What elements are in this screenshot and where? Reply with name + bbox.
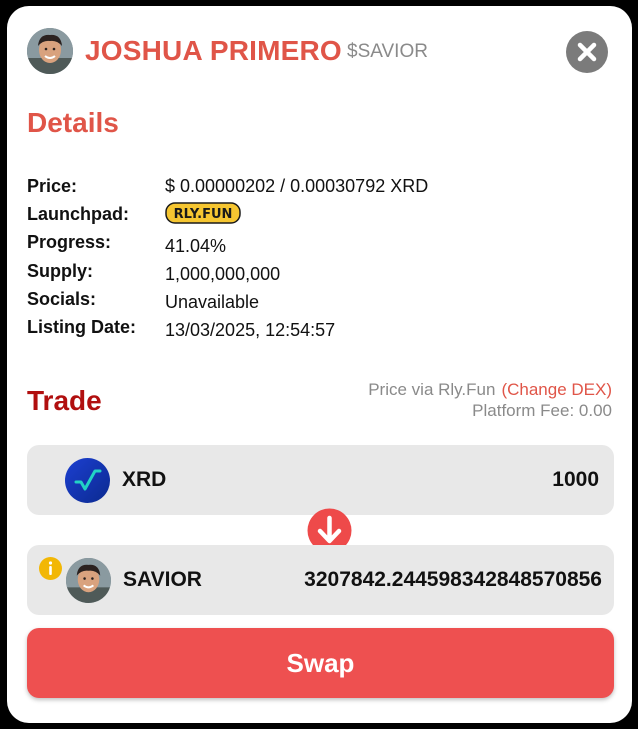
price-label: Price:: [27, 176, 78, 196]
from-token-name: XRD: [122, 468, 167, 491]
avatar: [27, 28, 73, 74]
progress-label: Progress:: [27, 232, 112, 252]
details-title: Details: [27, 107, 119, 138]
listing-date-value: 13/03/2025, 12:54:57: [165, 320, 336, 340]
trade-title: Trade: [27, 385, 102, 416]
socials-label: Socials:: [27, 289, 97, 309]
supply-label: Supply:: [27, 261, 93, 281]
token-creator-name: JOSHUA PRIMERO: [85, 35, 342, 66]
from-amount-input[interactable]: 1000: [239, 468, 599, 492]
to-amount-output: 3207842.244598342848570856: [304, 568, 602, 591]
launchpad-logo-text: RLY.FUN: [174, 207, 233, 222]
trade-info: Price via Rly.Fun (Change DEX) Platform F…: [368, 379, 612, 421]
listing-date-label: Listing Date:: [27, 317, 137, 337]
to-token-box[interactable]: SAVIOR 3207842.244598342848570856: [27, 545, 614, 615]
launchpad-label: Launchpad:: [27, 204, 129, 224]
change-dex-link[interactable]: (Change DEX): [501, 380, 612, 399]
platform-fee: Platform Fee: 0.00: [472, 401, 612, 420]
to-token-name: SAVIOR: [123, 568, 202, 591]
socials-value: Unavailable: [165, 292, 260, 312]
swap-button[interactable]: Swap: [27, 628, 614, 698]
supply-value: 1,000,000,000: [165, 264, 281, 284]
price-source: Price via Rly.Fun: [368, 380, 496, 399]
price-source-line: Price via Rly.Fun (Change DEX): [368, 379, 612, 400]
info-icon[interactable]: [39, 557, 62, 580]
launchpad-logo[interactable]: RLY.FUN: [165, 201, 241, 225]
progress-value: 41.04%: [165, 236, 227, 256]
close-button[interactable]: [566, 31, 608, 73]
token-ticker: $SAVIOR: [347, 41, 428, 62]
token-detail-card: JOSHUA PRIMERO $SAVIOR Details Price: $ …: [7, 6, 632, 723]
close-icon: [577, 42, 597, 62]
from-token-box[interactable]: XRD 1000: [27, 445, 614, 515]
price-value: $ 0.00000202 / 0.00030792 XRD: [165, 176, 429, 196]
savior-avatar-icon: [66, 558, 111, 603]
xrd-logo-icon: [65, 458, 110, 503]
